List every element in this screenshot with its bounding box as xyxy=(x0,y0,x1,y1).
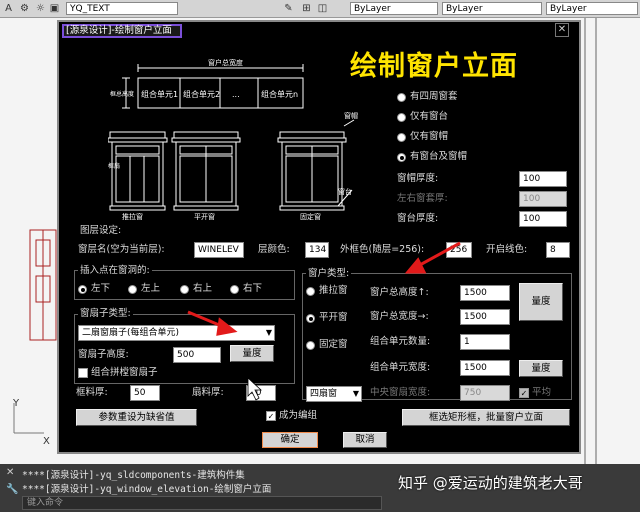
command-history-line-2: ****[源泉设计]-yq_window_elevation-绘制窗户立面 xyxy=(22,484,272,495)
arrow-sash-type-head xyxy=(216,317,238,336)
mouse-cursor-icon xyxy=(247,377,263,401)
annotation-arrows xyxy=(187,241,461,401)
arrow-window-type xyxy=(417,241,461,268)
command-history-line-1: ****[源泉设计]-yq_sldcomponents-建筑构件集 xyxy=(22,470,245,481)
arrow-window-type-head xyxy=(404,257,427,274)
command-input[interactable]: 键入命令 xyxy=(22,496,382,510)
close-cmd-icon[interactable]: ✕ xyxy=(6,467,14,478)
wrench-icon[interactable]: 🔧 xyxy=(6,484,18,495)
command-prompt: 键入命令 xyxy=(27,498,64,508)
watermark: 知乎 @爱运动的建筑老大哥 xyxy=(398,474,583,492)
